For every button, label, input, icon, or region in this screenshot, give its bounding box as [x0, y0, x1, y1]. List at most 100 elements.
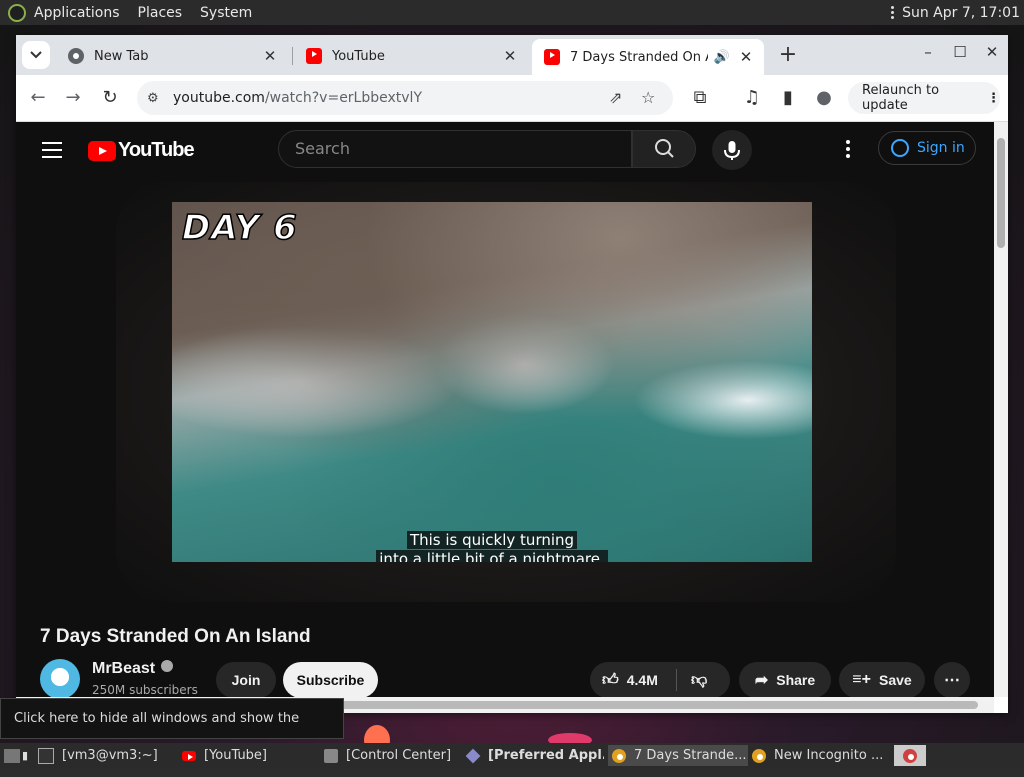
search-input[interactable]: Search [278, 130, 632, 168]
open-in-app-icon[interactable]: ⇗ [609, 88, 622, 107]
taskbar-label: [Control Center] [346, 748, 452, 763]
like-count: 4.4M [626, 672, 658, 688]
url-text[interactable]: youtube.com/watch?v=erLbbextvlY [173, 90, 422, 106]
maximize-icon[interactable]: ☐ [948, 43, 972, 61]
taskbar-item-incognito[interactable]: New Incognito ... [752, 745, 890, 766]
more-actions-button[interactable]: ⋯ [934, 662, 970, 697]
tab-title: New Tab [94, 48, 149, 64]
youtube-logo[interactable]: YouTube [88, 139, 195, 162]
diamond-icon [466, 748, 481, 763]
mouse-cursor-icon: ▮ [22, 749, 29, 762]
channel-name[interactable]: MrBeast [92, 660, 155, 677]
back-icon[interactable]: ← [26, 86, 50, 110]
taskbar-label: [vm3@vm3:~] [62, 748, 158, 763]
close-window-icon[interactable]: ✕ [980, 43, 1004, 61]
search-icon [655, 139, 674, 158]
reload-icon[interactable]: ↻ [98, 86, 122, 110]
taskbar-item-terminal[interactable]: [vm3@vm3:~] [38, 745, 176, 766]
video-player[interactable]: DAY 6 This is quickly turning into a lit… [172, 202, 812, 562]
show-desktop-icon [4, 748, 20, 763]
close-tab-icon[interactable]: ✕ [260, 47, 280, 65]
caption-line-2: into a little bit of a nightmare. [172, 550, 812, 562]
chrome-icon [903, 748, 917, 763]
chrome-icon [68, 48, 84, 64]
chrome-icon [612, 748, 626, 763]
forward-icon[interactable]: → [61, 86, 85, 110]
taskbar: ▮ [vm3@vm3:~] [YouTube] [Control Center]… [0, 743, 1024, 768]
tab-search-button[interactable] [22, 41, 50, 69]
workspace-switcher[interactable] [894, 745, 926, 766]
video-title: 7 Days Stranded On An Island [40, 626, 311, 647]
bookmark-star-icon[interactable]: ☆ [641, 88, 655, 107]
side-panel-icon[interactable]: ▮ [776, 86, 800, 110]
tab-youtube[interactable]: YouTube ✕ [294, 41, 528, 71]
scrollbar-thumb[interactable] [997, 138, 1005, 248]
youtube-header: YouTube Search Sign in [16, 122, 994, 178]
menu-applications[interactable]: Applications [34, 5, 120, 21]
save-button[interactable]: ≡+ Save [839, 662, 925, 697]
distro-logo-icon[interactable] [8, 3, 26, 22]
sign-in-button[interactable]: Sign in [878, 131, 976, 165]
show-desktop-tooltip: Click here to hide all windows and show … [0, 698, 344, 765]
taskbar-item-chrome-video[interactable]: 7 Days Strande... [608, 745, 748, 766]
share-button[interactable]: ➦ Share [739, 662, 831, 697]
extensions-icon[interactable]: ⧉ [688, 86, 712, 110]
verified-badge-icon [161, 660, 174, 672]
menu-places[interactable]: Places [138, 5, 183, 21]
control-center-icon [324, 748, 338, 763]
top-panel: Applications Places System Sun Apr 7, 17… [0, 0, 1024, 25]
menu-system[interactable]: System [200, 5, 252, 21]
save-label: Save [878, 672, 912, 688]
share-label: Share [776, 672, 816, 688]
profile-icon[interactable]: ● [812, 86, 836, 110]
taskbar-label: [Preferred Appl... [488, 748, 604, 763]
media-controls-icon[interactable]: ♫ [740, 86, 764, 110]
thumbs-down-icon[interactable]: 👎︎ [691, 671, 707, 690]
tab-separator [292, 47, 293, 65]
share-icon: ➦ [754, 672, 769, 689]
new-tab-button[interactable]: + [776, 43, 800, 67]
user-icon [891, 139, 909, 157]
tab-title: 7 Days Stranded On An Isl [570, 49, 708, 65]
site-info-icon[interactable]: ⚙ [147, 91, 165, 106]
sign-in-label: Sign in [917, 140, 965, 156]
youtube-icon [306, 48, 322, 64]
taskbar-item-preferred-apps[interactable]: [Preferred Appl... [466, 745, 604, 766]
tab-video-active[interactable]: 7 Days Stranded On An Isl 🔊 ✕ [532, 39, 764, 75]
vertical-scrollbar[interactable] [994, 122, 1008, 697]
chevron-down-icon [30, 51, 42, 59]
close-tab-icon[interactable]: ✕ [500, 47, 520, 65]
taskbar-item-youtube[interactable]: [YouTube] [182, 745, 320, 766]
channel-avatar[interactable] [40, 659, 80, 697]
join-button[interactable]: Join [216, 662, 276, 697]
like-dislike-group: 👍︎ 4.4M 👎︎ [590, 662, 730, 697]
hamburger-menu-icon[interactable] [42, 142, 62, 163]
speaker-icon[interactable]: 🔊 [714, 50, 730, 65]
taskbar-label: New Incognito ... [774, 748, 884, 763]
kebab-menu-icon[interactable]: ⋮ [987, 91, 1000, 106]
address-bar[interactable]: ⚙ youtube.com/watch?v=erLbbextvlY ⇗ ☆ [137, 81, 673, 115]
channel-name-row[interactable]: MrBeast [92, 660, 174, 678]
tab-strip: New Tab ✕ YouTube ✕ 7 Days Stranded On A… [16, 35, 1008, 75]
terminal-icon [38, 747, 54, 764]
taskbar-item-control-center[interactable]: [Control Center] [324, 745, 462, 766]
settings-kebab-icon[interactable] [846, 140, 850, 161]
search-button[interactable] [632, 130, 696, 168]
panel-kebab-icon[interactable] [891, 6, 895, 19]
voice-search-button[interactable] [712, 130, 752, 170]
close-tab-icon[interactable]: ✕ [736, 48, 756, 66]
tab-title: YouTube [332, 48, 385, 64]
subscriber-count: 250M subscribers [92, 683, 198, 697]
video-overlay-text: DAY 6 [181, 207, 298, 249]
microphone-icon [724, 141, 740, 160]
taskbar-label: 7 Days Strande... [634, 748, 747, 763]
clock[interactable]: Sun Apr 7, 17:01 [902, 5, 1020, 21]
youtube-icon [544, 49, 560, 65]
tab-new-tab[interactable]: New Tab ✕ [56, 41, 288, 71]
subscribe-button[interactable]: Subscribe [283, 662, 378, 697]
relaunch-update-button[interactable]: Relaunch to update ⋮ [848, 82, 1000, 114]
minimize-icon[interactable]: – [916, 43, 940, 61]
youtube-wordmark: YouTube [118, 139, 195, 161]
like-button[interactable]: 👍︎ 4.4M [590, 669, 677, 691]
show-desktop-button[interactable]: ▮ [2, 745, 36, 766]
